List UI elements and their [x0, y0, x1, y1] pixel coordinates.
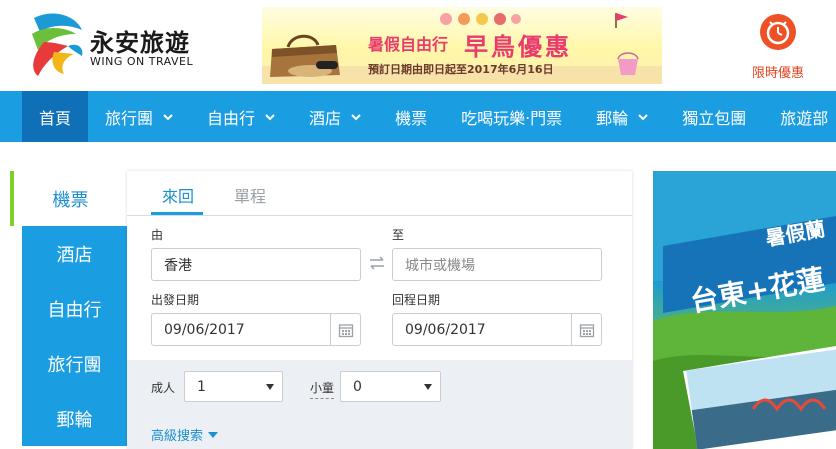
product-tabs: 機票 酒店 自由行 旅行團 郵輪: [0, 171, 127, 449]
main-nav: 首頁 旅行團 自由行 酒店 機票 吃喝玩樂‧門票 郵輪 獨立包團 旅遊部: [0, 91, 836, 142]
nav-travel-dept-label: 旅遊部: [780, 108, 829, 128]
side-tab-label: 酒店: [56, 244, 93, 266]
depart-date-input[interactable]: 09/06/2017: [151, 313, 361, 346]
summer-early-bird-banner[interactable]: 暑假自由行 早鳥優惠 預訂日期由即日起至2017年6月16日: [262, 7, 662, 84]
return-date-input[interactable]: 09/06/2017: [392, 313, 602, 346]
nav-hotels[interactable]: 酒店: [292, 91, 378, 142]
child-label[interactable]: 小童: [310, 379, 335, 399]
nav-hotels-label: 酒店: [309, 108, 342, 128]
beach-bucket-icon: [617, 52, 639, 75]
nav-home[interactable]: 首頁: [22, 91, 89, 142]
wing-on-logo[interactable]: 永安旅遊 WING ON TRAVEL: [24, 12, 199, 78]
chevron-down-icon: [265, 113, 275, 120]
chevron-down-icon: [351, 113, 361, 120]
caret-down-icon: [208, 432, 219, 438]
child-value: 0: [353, 378, 362, 395]
advanced-search-link[interactable]: 高級搜索: [151, 425, 219, 444]
beach-bag-icon: [270, 34, 340, 77]
child-select[interactable]: 0: [340, 371, 441, 402]
side-tab-hotels[interactable]: 酒店: [22, 226, 127, 281]
from-value: 香港: [164, 257, 192, 274]
return-date-label: 回程日期: [392, 293, 441, 307]
banner-text: 暑假自由行 早鳥優惠 預訂日期由即日起至2017年6月16日: [368, 11, 628, 81]
limited-offer-label: 限時優惠: [751, 66, 804, 81]
banner-line-2: 早鳥優惠: [464, 33, 572, 61]
from-input[interactable]: 香港: [151, 248, 361, 281]
active-tab-indicator: [151, 212, 203, 215]
flight-search-panel: 來回 單程 由 香港 至 城市或機場 出發日期 09/06/2017 回程日期 …: [127, 171, 632, 449]
depart-date-value: 09/06/2017: [164, 321, 245, 338]
nav-travel-dept[interactable]: 旅遊部: [763, 91, 836, 142]
depart-date-label: 出發日期: [151, 293, 200, 307]
nav-cruises-label: 郵輪: [596, 108, 629, 128]
side-tab-fit[interactable]: 自由行: [22, 281, 127, 336]
nav-home-label: 首頁: [39, 108, 72, 128]
side-tab-label: 旅行團: [47, 354, 102, 376]
side-tab-label: 機票: [52, 189, 89, 211]
side-tab-label: 郵輪: [56, 409, 93, 431]
alarm-clock-icon: [760, 14, 796, 50]
side-tab-flights[interactable]: 機票: [10, 171, 127, 226]
nav-flights-label: 機票: [395, 108, 428, 128]
return-date-value: 09/06/2017: [405, 321, 486, 338]
chevron-down-icon: [638, 113, 648, 120]
calendar-icon[interactable]: [330, 314, 360, 345]
side-tab-tours[interactable]: 旅行團: [22, 336, 127, 391]
logo-english-name: WING ON TRAVEL: [90, 55, 194, 68]
nav-private-tours-label: 獨立包團: [682, 108, 747, 128]
nav-fit-label: 自由行: [207, 108, 256, 128]
to-placeholder: 城市或機場: [405, 257, 475, 274]
nav-activities-label: 吃喝玩樂‧門票: [461, 108, 563, 128]
swap-icon[interactable]: [368, 256, 386, 270]
nav-private-tours[interactable]: 獨立包團: [665, 91, 763, 142]
taitung-hualien-promo[interactable]: 暑假蘭 台東+花蓮: [653, 171, 836, 449]
side-tab-label: 自由行: [47, 299, 102, 321]
advanced-search-label: 高級搜索: [151, 429, 204, 444]
adult-value: 1: [197, 378, 206, 395]
flag-icon: [615, 13, 628, 28]
banner-line-3: 預訂日期由即日起至2017年6月16日: [368, 63, 554, 76]
adult-select[interactable]: 1: [184, 371, 283, 402]
chevron-down-icon: [163, 113, 173, 120]
nav-cruises[interactable]: 郵輪: [579, 91, 665, 142]
limited-offer-link[interactable]: 限時優惠: [748, 14, 808, 84]
kids-faces-icon: [440, 13, 521, 25]
logo-chinese-name: 永安旅遊: [90, 29, 190, 57]
trip-type-tabs: 來回 單程: [127, 171, 632, 216]
nav-tours[interactable]: 旅行團: [88, 91, 190, 142]
nav-activities[interactable]: 吃喝玩樂‧門票: [444, 91, 579, 142]
banner-line-1: 暑假自由行: [368, 35, 449, 54]
side-tab-cruises[interactable]: 郵輪: [22, 391, 127, 446]
wing-on-logo-mark-icon: [32, 13, 83, 76]
nav-fit[interactable]: 自由行: [190, 91, 292, 142]
dropdown-arrow-icon: [266, 384, 274, 390]
nav-flights[interactable]: 機票: [378, 91, 444, 142]
to-input[interactable]: 城市或機場: [392, 248, 602, 281]
calendar-icon[interactable]: [571, 314, 601, 345]
nav-tours-label: 旅行團: [105, 108, 154, 128]
to-label: 至: [392, 228, 405, 242]
site-header: 永安旅遊 WING ON TRAVEL 暑假自由行 早鳥優惠 預訂日期由即日起至…: [0, 0, 836, 91]
adult-label: 成人: [151, 381, 176, 395]
dropdown-arrow-icon: [424, 384, 432, 390]
from-label: 由: [151, 228, 164, 242]
tab-round-trip[interactable]: 來回: [162, 183, 194, 207]
tab-one-way[interactable]: 單程: [234, 183, 266, 207]
